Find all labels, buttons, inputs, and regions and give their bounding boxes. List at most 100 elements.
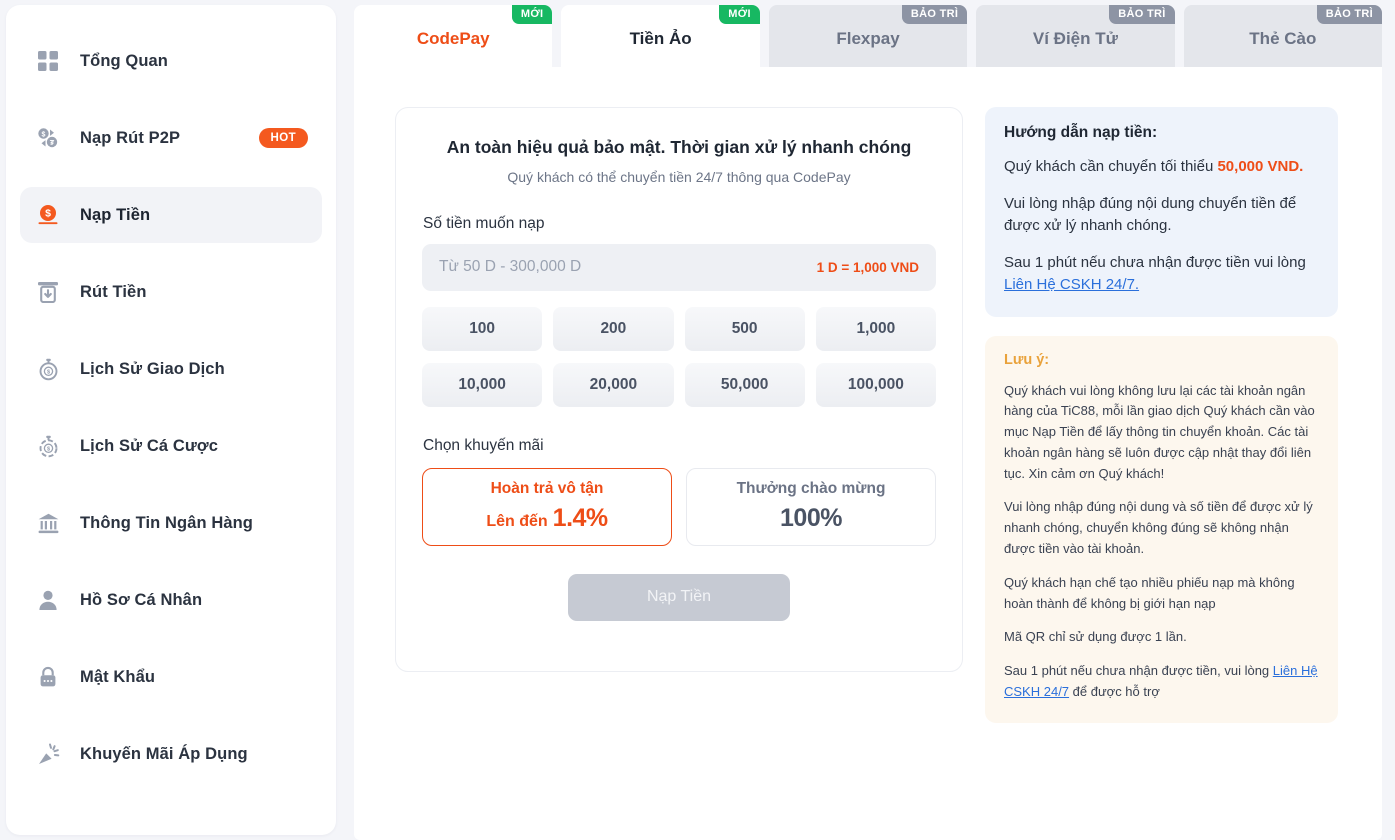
tab-codepay[interactable]: CodePay MỚI bbox=[354, 5, 553, 67]
sidebar-item-tong-quan[interactable]: Tổng Quan bbox=[20, 33, 322, 89]
amount-field-label: Số tiền muốn nạp bbox=[423, 214, 545, 232]
guide-paragraph-2: Vui lòng nhập đúng nội dung chuyển tiền … bbox=[1004, 194, 1297, 235]
promo-value-row: 100% bbox=[780, 504, 842, 533]
tab-tien-ao[interactable]: Tiền Ảo MỚI bbox=[561, 5, 760, 67]
tab-badge-maintenance: BẢO TRÌ bbox=[901, 5, 968, 24]
tab-label: Ví Điện Tử bbox=[1032, 29, 1118, 48]
tab-vi-dien-tu[interactable]: Ví Điện Tử BẢO TRÌ bbox=[976, 5, 1175, 67]
tab-badge-new: MỚI bbox=[511, 5, 553, 24]
amount-input-placeholder: Từ 50 D - 300,000 D bbox=[439, 258, 582, 276]
deposit-submit-button[interactable]: Nạp Tiền bbox=[568, 573, 790, 621]
sidebar-item-lich-su-giao-dich[interactable]: $ Lịch Sử Giao Dịch bbox=[20, 341, 322, 397]
bank-icon bbox=[34, 509, 62, 537]
note-p5-text: Sau 1 phút nếu chưa nhận được tiền, vui … bbox=[1004, 663, 1273, 679]
sidebar-item-nap-tien[interactable]: $ Nạp Tiền bbox=[20, 187, 322, 243]
sidebar-item-label: Nạp Tiền bbox=[80, 205, 151, 224]
svg-text:$: $ bbox=[45, 208, 51, 220]
note-paragraph-4: Mã QR chỉ sử dụng được 1 lần. bbox=[1004, 629, 1187, 645]
nav-gap bbox=[6, 397, 336, 418]
minimum-amount-value: 50,000 VND. bbox=[1217, 158, 1304, 175]
submit-row: Nạp Tiền bbox=[422, 573, 936, 621]
sidebar-item-label: Nạp Rút P2P bbox=[80, 128, 181, 147]
p2p-exchange-icon: $ ₮ bbox=[34, 124, 62, 152]
tab-badge-maintenance: BẢO TRÌ bbox=[1316, 5, 1383, 24]
nav-gap bbox=[6, 551, 336, 572]
guide-p3-text: Sau 1 phút nếu chưa nhận được tiền vui l… bbox=[1004, 253, 1306, 271]
promo-title: Hoàn trả vô tận bbox=[490, 480, 604, 498]
tab-label: Thẻ Cào bbox=[1249, 29, 1317, 48]
nav-gap bbox=[6, 474, 336, 495]
sidebar-item-label: Mật Khẩu bbox=[80, 667, 156, 686]
nav-gap bbox=[6, 705, 336, 726]
tab-label: CodePay bbox=[416, 29, 490, 48]
promo-prefix: Lên đến bbox=[486, 513, 548, 531]
promo-title: Thưởng chào mừng bbox=[736, 480, 886, 498]
promotion-confetti-icon bbox=[34, 740, 62, 768]
info-column: Hướng dẫn nạp tiền: Quý khách cần chuyển… bbox=[985, 107, 1338, 840]
grid-icon bbox=[34, 47, 62, 75]
quick-amount-button[interactable]: 10,000 bbox=[422, 362, 543, 407]
nav-gap bbox=[6, 243, 336, 264]
support-link[interactable]: Liên Hệ CSKH 24/7. bbox=[1004, 276, 1139, 293]
sidebar-item-thong-tin-ngan-hang[interactable]: Thông Tin Ngân Hàng bbox=[20, 495, 322, 551]
sidebar-item-nap-rut-p2p[interactable]: $ ₮ Nạp Rút P2P HOT bbox=[20, 110, 322, 166]
promo-options: Hoàn trả vô tận Lên đến 1.4% Thưởng chào… bbox=[422, 467, 936, 546]
tab-flexpay[interactable]: Flexpay BẢO TRÌ bbox=[768, 5, 968, 67]
deposit-coin-icon: $ bbox=[34, 201, 62, 229]
quick-amount-button[interactable]: 1,000 bbox=[815, 306, 936, 351]
hot-badge: HOT bbox=[258, 128, 308, 148]
sidebar-item-label: Tổng Quan bbox=[80, 51, 168, 70]
note-paragraph-5: Sau 1 phút nếu chưa nhận được tiền, vui … bbox=[1004, 661, 1319, 703]
deposit-title: An toàn hiệu quả bảo mật. Thời gian xử l… bbox=[446, 137, 912, 157]
amount-input[interactable]: Từ 50 D - 300,000 D 1 D = 1,000 VND bbox=[422, 243, 936, 291]
svg-text:₮: ₮ bbox=[50, 140, 55, 147]
promo-value: 1.4% bbox=[552, 504, 608, 533]
tab-content-panel: An toàn hiệu quả bảo mật. Thời gian xử l… bbox=[354, 67, 1382, 840]
promo-option-welcome[interactable]: Thưởng chào mừng 100% bbox=[686, 467, 936, 546]
sidebar-item-label: Hồ Sơ Cá Nhân bbox=[80, 590, 203, 609]
quick-amount-button[interactable]: 20,000 bbox=[553, 362, 674, 407]
quick-amount-button[interactable]: 500 bbox=[684, 306, 805, 351]
bet-history-icon: $ bbox=[34, 432, 62, 460]
tab-label: Flexpay bbox=[836, 29, 900, 48]
nav-gap bbox=[6, 89, 336, 110]
sidebar-item-rut-tien[interactable]: Rút Tiền bbox=[20, 264, 322, 320]
sidebar-item-label: Thông Tin Ngân Hàng bbox=[80, 513, 253, 532]
payment-method-tabs: CodePay MỚI Tiền Ảo MỚI Flexpay BẢO TRÌ … bbox=[354, 5, 1383, 67]
sidebar-item-mat-khau[interactable]: Mật Khẩu bbox=[20, 649, 322, 705]
quick-amount-grid: 100 200 500 1,000 10,000 20,000 50,000 1… bbox=[422, 306, 936, 407]
exchange-rate-text: 1 D = 1,000 VND bbox=[816, 259, 919, 275]
sidebar: Tổng Quan $ ₮ Nạp Rút P2P HOT $ Nạp Tiền … bbox=[6, 5, 336, 835]
promo-option-cashback[interactable]: Hoàn trả vô tận Lên đến 1.4% bbox=[422, 467, 672, 546]
sidebar-item-label: Lịch Sử Giao Dịch bbox=[80, 359, 225, 378]
tab-badge-new: MỚI bbox=[719, 5, 760, 24]
user-profile-icon bbox=[34, 586, 62, 614]
sidebar-item-label: Lịch Sử Cá Cược bbox=[80, 436, 218, 455]
tab-label: Tiền Ảo bbox=[629, 29, 692, 48]
guide-p1-text: Quý khách cần chuyển tối thiểu bbox=[1004, 158, 1218, 175]
sidebar-item-lich-su-ca-cuoc[interactable]: $ Lịch Sử Cá Cược bbox=[20, 418, 322, 474]
promo-section-label: Chọn khuyến mãi bbox=[423, 436, 544, 454]
deposit-subtitle: Quý khách có thể chuyển tiền 24/7 thông … bbox=[507, 168, 851, 185]
main-area: CodePay MỚI Tiền Ảo MỚI Flexpay BẢO TRÌ … bbox=[336, 0, 1395, 840]
note-paragraph-1: Quý khách vui lòng không lưu lại các tài… bbox=[1004, 382, 1315, 481]
tab-the-cao[interactable]: Thẻ Cào BẢO TRÌ bbox=[1183, 5, 1383, 67]
important-note-box: Lưu ý: Quý khách vui lòng không lưu lại … bbox=[985, 335, 1338, 723]
promo-value: 100% bbox=[780, 504, 842, 533]
sidebar-item-ho-so-ca-nhan[interactable]: Hồ Sơ Cá Nhân bbox=[20, 572, 322, 628]
nav-gap bbox=[6, 166, 336, 187]
quick-amount-button[interactable]: 200 bbox=[553, 306, 674, 351]
guide-title: Hướng dẫn nạp tiền: bbox=[1004, 124, 1158, 141]
note-paragraph-3: Quý khách hạn chế tạo nhiều phiếu nạp mà… bbox=[1004, 574, 1295, 611]
withdraw-atm-icon bbox=[34, 278, 62, 306]
transaction-history-icon: $ bbox=[34, 355, 62, 383]
quick-amount-button[interactable]: 100,000 bbox=[815, 362, 936, 407]
sidebar-item-label: Rút Tiền bbox=[80, 282, 147, 301]
quick-amount-button[interactable]: 100 bbox=[422, 306, 543, 351]
nav-gap bbox=[6, 320, 336, 341]
guide-paragraph-3: Sau 1 phút nếu chưa nhận được tiền vui l… bbox=[1004, 252, 1319, 297]
quick-amount-button[interactable]: 50,000 bbox=[684, 362, 805, 407]
nav-gap bbox=[6, 628, 336, 649]
svg-text:$: $ bbox=[42, 131, 46, 138]
sidebar-item-khuyen-mai-ap-dung[interactable]: Khuyến Mãi Áp Dụng bbox=[20, 726, 322, 782]
